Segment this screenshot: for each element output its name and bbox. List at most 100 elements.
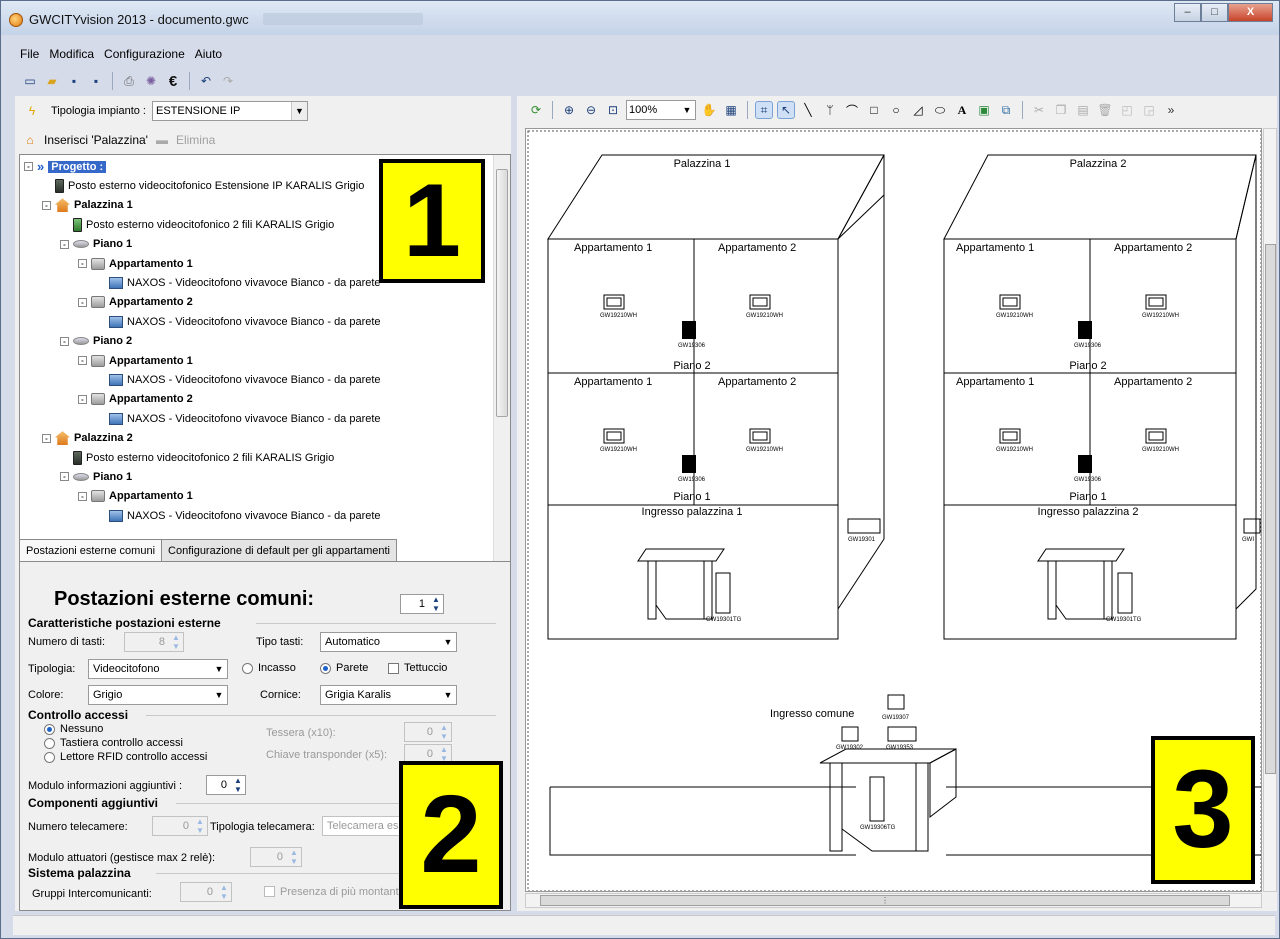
tree-expand-icon[interactable]: - [78, 491, 87, 501]
zoom-in-icon[interactable]: ⊕ [560, 101, 578, 119]
tree-node[interactable]: Posto esterno videocitofonico 2 fili KAR… [60, 448, 334, 467]
print-icon[interactable]: ⎙ [120, 72, 138, 90]
entrance-post-1[interactable] [637, 548, 731, 620]
tree-node[interactable]: Posto esterno videocitofonico 2 fili KAR… [60, 215, 334, 234]
delete-button[interactable]: Elimina [176, 133, 215, 147]
back-icon[interactable]: ◲ [1140, 101, 1158, 119]
front-icon[interactable]: ◰ [1118, 101, 1136, 119]
tree-expand-icon[interactable]: - [78, 259, 87, 268]
power-unit-icon[interactable] [1078, 321, 1092, 339]
canvas-vscroll-thumb[interactable] [1265, 244, 1276, 774]
undo-icon[interactable]: ↶ [197, 72, 215, 90]
refresh-icon[interactable]: ⟳ [527, 101, 545, 119]
power-unit-icon[interactable] [682, 455, 696, 473]
tree-node[interactable]: - Piano 1 [60, 235, 132, 254]
circle-tool-icon[interactable]: ⬭ [931, 101, 949, 119]
tipo-tasti-select[interactable]: Automatico ▼ [320, 632, 457, 652]
tree-scroll-thumb[interactable] [496, 169, 508, 417]
post-module-icon[interactable] [847, 518, 881, 534]
rectangle-tool-icon[interactable]: □ [865, 101, 883, 119]
tree-node[interactable]: NAXOS - Videocitofono vivavoce Bianco - … [96, 370, 381, 389]
trash-icon[interactable]: 🗑 [1096, 101, 1114, 119]
monitor-device-icon[interactable] [999, 428, 1021, 444]
modulo-attuatori-stepper[interactable]: 0 ▲ ▼ [250, 847, 302, 867]
menu-configurazione[interactable]: Configurazione [103, 45, 186, 63]
save-all-icon[interactable]: ▪ [87, 72, 105, 90]
tree-node[interactable]: - Palazzina 2 [42, 429, 133, 448]
gruppi-intercomunicanti-stepper[interactable]: 0 ▲ ▼ [180, 882, 232, 902]
tab-configurazione-default[interactable]: Configurazione di default per gli appart… [161, 539, 397, 561]
tree-expand-icon[interactable]: - [42, 433, 51, 443]
stepper-arrows-icon[interactable]: ▲ ▼ [429, 595, 443, 613]
zoom-out-icon[interactable]: ⊖ [582, 101, 600, 119]
tree-expand-icon[interactable]: - [60, 239, 69, 249]
ellipse-tool-icon[interactable]: ○ [887, 101, 905, 119]
tastiera-radio[interactable] [44, 738, 55, 749]
tree-node[interactable]: - Piano 2 [60, 332, 132, 351]
page-setup-icon[interactable]: ▦ [722, 101, 740, 119]
menu-file[interactable]: File [19, 45, 40, 63]
common-module-icon[interactable] [887, 694, 905, 710]
monitor-device-icon[interactable] [1145, 428, 1167, 444]
palazzina-1-drawing[interactable] [547, 154, 885, 640]
tree-node[interactable]: Posto esterno videocitofonico Estensione… [42, 176, 364, 195]
stepper-arrows-icon[interactable]: ▲ ▼ [231, 776, 245, 794]
common-module-icon[interactable] [887, 726, 917, 742]
monitor-device-icon[interactable] [603, 294, 625, 310]
group-tool-icon[interactable]: ⧉ [997, 101, 1015, 119]
cut-icon[interactable]: ✂ [1030, 101, 1048, 119]
polygon-tool-icon[interactable]: ◿ [909, 101, 927, 119]
tree-node[interactable]: - Appartamento 1 [78, 351, 193, 370]
cornice-select[interactable]: Grigia Karalis ▼ [320, 685, 457, 705]
text-tool-icon[interactable]: A [953, 101, 971, 119]
tessera-stepper[interactable]: 0 ▲ ▼ [404, 722, 452, 742]
monitor-device-icon[interactable] [749, 294, 771, 310]
arc-tool-icon[interactable]: ⌒ [843, 101, 861, 119]
zoom-select[interactable]: 100% ▼ [626, 100, 696, 120]
power-unit-icon[interactable] [1078, 455, 1092, 473]
tree-node[interactable]: - Appartamento 2 [78, 293, 193, 312]
parete-radio[interactable] [320, 663, 331, 674]
new-file-icon[interactable]: ▭ [21, 72, 39, 90]
lightning-icon[interactable]: ϟ [23, 102, 41, 120]
title-bar[interactable]: GWCITYvision 2013 - documento.gwc – □ X [1, 1, 1279, 35]
tree-expand-icon[interactable]: - [78, 356, 87, 365]
tree-node[interactable]: - Palazzina 1 [42, 196, 133, 215]
modulo-info-stepper[interactable]: 0 ▲ ▼ [206, 775, 246, 795]
open-folder-icon[interactable]: ▰ [43, 72, 61, 90]
tree-node[interactable]: -» Progetto : [24, 157, 107, 176]
tettuccio-checkbox[interactable] [388, 663, 399, 674]
image-tool-icon[interactable]: ▣ [975, 101, 993, 119]
tree-expand-icon[interactable]: - [24, 162, 33, 171]
snap-icon[interactable]: ⌗ [755, 101, 773, 119]
tree-node[interactable]: NAXOS - Videocitofono vivavoce Bianco - … [96, 506, 381, 525]
tree-expand-icon[interactable]: - [42, 200, 51, 210]
insert-palazzina-button[interactable]: Inserisci 'Palazzina' [44, 133, 148, 147]
polyline-tool-icon[interactable]: ᛘ [821, 101, 839, 119]
tree-node[interactable]: - Appartamento 1 [78, 487, 193, 506]
lettore-rfid-radio[interactable] [44, 752, 55, 763]
tree-node[interactable]: - Piano 1 [60, 467, 132, 486]
canvas-vertical-scrollbar[interactable] [1263, 128, 1277, 892]
tree-node[interactable]: - Appartamento 2 [78, 390, 193, 409]
tree-expand-icon[interactable]: - [78, 394, 87, 404]
nessuno-radio[interactable] [44, 724, 55, 735]
close-button[interactable]: X [1228, 3, 1273, 22]
monitor-device-icon[interactable] [749, 428, 771, 444]
tree-scrollbar[interactable] [493, 155, 510, 587]
menu-modifica[interactable]: Modifica [48, 45, 95, 63]
tree-node[interactable]: NAXOS - Videocitofono vivavoce Bianco - … [96, 273, 381, 292]
copy-icon[interactable]: ❐ [1052, 101, 1070, 119]
minimize-button[interactable]: – [1174, 3, 1201, 22]
paste-icon[interactable]: ▤ [1074, 101, 1092, 119]
zoom-fit-icon[interactable]: ⊡ [604, 101, 622, 119]
euro-icon[interactable]: € [164, 72, 182, 90]
colore-select[interactable]: Grigio ▼ [88, 685, 228, 705]
tipologia-select[interactable]: ESTENSIONE IP ▼ [151, 101, 308, 121]
save-icon[interactable]: ▪ [65, 72, 83, 90]
menu-aiuto[interactable]: Aiuto [194, 45, 223, 63]
power-unit-icon[interactable] [682, 321, 696, 339]
monitor-device-icon[interactable] [1145, 294, 1167, 310]
presenza-montanti-checkbox[interactable] [264, 886, 275, 897]
settings-icon[interactable]: ✺ [142, 72, 160, 90]
